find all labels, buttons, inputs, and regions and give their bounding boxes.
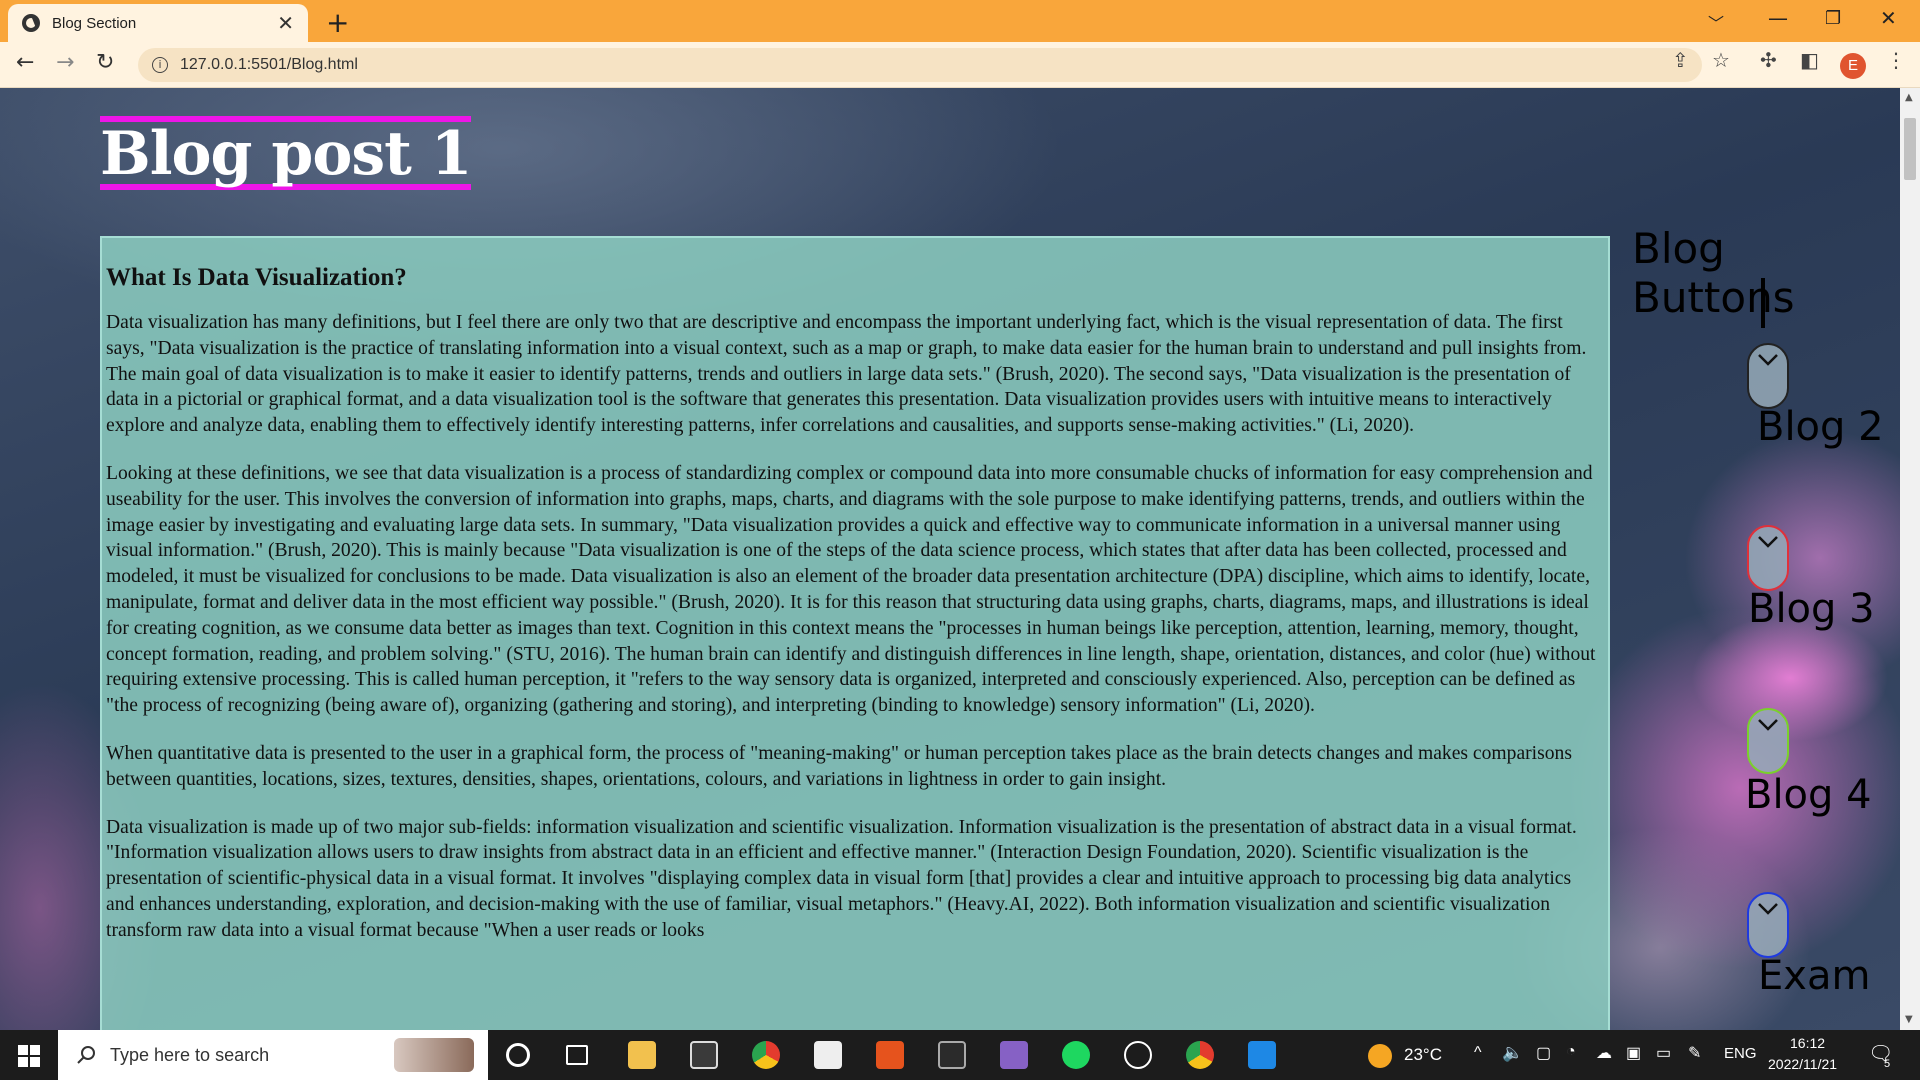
article-paragraph: Looking at these definitions, we see tha… xyxy=(106,462,1596,717)
clock-time[interactable]: 16:12 xyxy=(1790,1035,1825,1051)
exam-label[interactable]: Exam xyxy=(1758,953,1870,999)
url-text[interactable]: 127.0.0.1:5501/Blog.html xyxy=(180,56,358,74)
browser-tab[interactable]: Blog Section ✕ xyxy=(8,4,308,42)
profile-avatar[interactable]: E xyxy=(1840,53,1866,79)
blog-3-label[interactable]: Blog 3 xyxy=(1748,586,1875,632)
office-icon[interactable] xyxy=(876,1041,904,1069)
chevron-down-icon xyxy=(1758,719,1778,731)
scroll-down-icon[interactable]: ▼ xyxy=(1905,1014,1913,1025)
arrow-left-icon[interactable]: ← xyxy=(16,50,34,75)
share-icon[interactable]: ⇪ xyxy=(1672,48,1689,72)
windows-start-icon[interactable] xyxy=(18,1045,40,1067)
new-tab-icon[interactable]: + xyxy=(326,6,349,39)
vscode-icon[interactable] xyxy=(1248,1041,1276,1069)
search-placeholder: Type here to search xyxy=(110,1044,270,1065)
browser-toolbar: ← → ↻ i 127.0.0.1:5501/Blog.html ⇪ ☆ ✣ ◧… xyxy=(0,42,1920,88)
file-explorer-icon[interactable] xyxy=(628,1041,656,1069)
weather-temp[interactable]: 23°C xyxy=(1404,1045,1442,1065)
browser-titlebar: Blog Section ✕ + ﹀ — ❐ ✕ xyxy=(0,0,1920,42)
menu-kebab-icon[interactable]: ⋮ xyxy=(1886,48,1906,72)
clock-date[interactable]: 2022/11/21 xyxy=(1768,1056,1837,1072)
blog-4-label[interactable]: Blog 4 xyxy=(1745,772,1872,818)
arrow-right-icon[interactable]: → xyxy=(56,50,74,75)
divider-line xyxy=(1761,278,1765,328)
onedrive-icon[interactable]: ☁ xyxy=(1596,1043,1612,1063)
scroll-thumb[interactable] xyxy=(1904,118,1916,180)
tab-search-chevron-icon[interactable]: ﹀ xyxy=(1708,10,1724,34)
blog-article: What Is Data Visualization? Data visuali… xyxy=(100,236,1610,1030)
language-indicator[interactable]: ENG xyxy=(1724,1045,1757,1062)
wifi-icon[interactable]: ◔ xyxy=(1566,1043,1576,1061)
scroll-up-icon[interactable]: ▲ xyxy=(1905,92,1913,103)
restore-icon[interactable]: ❐ xyxy=(1825,8,1841,29)
minimize-icon[interactable]: — xyxy=(1768,6,1788,30)
app-icon[interactable] xyxy=(690,1041,718,1069)
search-icon xyxy=(77,1046,95,1064)
close-window-icon[interactable]: ✕ xyxy=(1880,6,1897,30)
reload-icon[interactable]: ↻ xyxy=(96,50,114,75)
meet-icon[interactable]: ▢ xyxy=(1536,1043,1551,1063)
exam-toggle-button[interactable] xyxy=(1747,892,1789,958)
tray-chevron-icon[interactable]: ^ xyxy=(1474,1044,1482,1062)
task-view-icon[interactable] xyxy=(566,1045,588,1065)
blog-4-toggle-button[interactable] xyxy=(1747,708,1789,774)
article-paragraph: When quantitative data is presented to t… xyxy=(106,742,1572,790)
blog-3-toggle-button[interactable] xyxy=(1747,525,1789,591)
display-icon[interactable]: ▣ xyxy=(1626,1043,1641,1063)
article-heading: What Is Data Visualization? xyxy=(106,264,407,291)
weather-sun-icon[interactable] xyxy=(1368,1044,1392,1068)
blog-2-toggle-button[interactable] xyxy=(1747,343,1789,409)
page-viewport: Blog post 1 What Is Data Visualization? … xyxy=(0,88,1900,1030)
chevron-down-icon xyxy=(1758,903,1778,915)
chrome-icon[interactable] xyxy=(752,1041,780,1069)
extensions-icon[interactable]: ✣ xyxy=(1760,48,1777,72)
bookmark-star-icon[interactable]: ☆ xyxy=(1712,48,1730,72)
windows-taskbar: Type here to search 23°C ^ 🔈 ▢ ◔ ☁ ▣ ▭ ✎… xyxy=(0,1030,1920,1080)
cortana-icon[interactable] xyxy=(506,1043,530,1067)
close-tab-icon[interactable]: ✕ xyxy=(277,11,294,35)
battery-icon[interactable]: ▭ xyxy=(1656,1043,1671,1063)
notification-count: 5 xyxy=(1884,1058,1891,1070)
chevron-down-icon xyxy=(1758,536,1778,548)
page-scrollbar[interactable]: ▲ ▼ xyxy=(1900,88,1920,1030)
taskbar-search-box[interactable]: Type here to search xyxy=(58,1030,488,1080)
article-paragraph: Data visualization has many definitions,… xyxy=(106,312,1587,437)
pen-icon[interactable]: ✎ xyxy=(1688,1043,1701,1063)
chrome-active-icon[interactable] xyxy=(1186,1041,1214,1069)
address-bar[interactable]: i 127.0.0.1:5501/Blog.html xyxy=(138,48,1702,82)
unity-icon[interactable] xyxy=(938,1041,966,1069)
globe-icon xyxy=(22,14,40,32)
info-icon[interactable]: i xyxy=(152,57,168,73)
spotify-icon[interactable] xyxy=(1062,1041,1090,1069)
blog-2-label[interactable]: Blog 2 xyxy=(1757,404,1884,450)
volume-icon[interactable]: 🔈 xyxy=(1502,1043,1523,1063)
chevron-down-icon xyxy=(1758,354,1778,366)
visual-studio-icon[interactable] xyxy=(1000,1041,1028,1069)
side-panel-icon[interactable]: ◧ xyxy=(1800,48,1819,72)
search-highlight-image xyxy=(394,1038,474,1072)
page-title: Blog post 1 xyxy=(100,116,472,190)
blog-buttons-title: Blog Buttons xyxy=(1632,224,1795,322)
tab-title: Blog Section xyxy=(52,14,137,32)
mail-icon[interactable] xyxy=(814,1041,842,1069)
article-paragraph: Data visualization is made up of two maj… xyxy=(106,816,1577,941)
dell-icon[interactable] xyxy=(1124,1041,1152,1069)
